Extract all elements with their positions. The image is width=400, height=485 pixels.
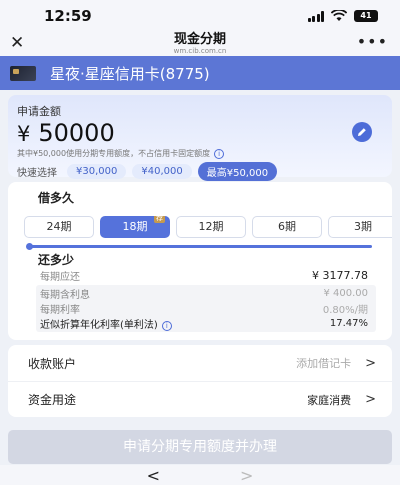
- receiving-account-label: 收款账户: [28, 356, 77, 371]
- repayment-details: 每期含利息 ¥ 400.00 每期利率 0.80%/期 近似折算年化利率(单利法…: [36, 285, 376, 332]
- card-header: 星夜·星座信用卡(8775): [0, 56, 400, 90]
- more-icon[interactable]: •••: [357, 32, 388, 51]
- fund-purpose-value: 家庭消费 >: [307, 392, 376, 408]
- info-icon[interactable]: i: [214, 148, 225, 159]
- term-title: 借多久: [38, 191, 75, 205]
- loan-term-card: 借多久 24期 18期荐 12期 6期 3期 还多少 每期应还 ¥ 3177.7…: [8, 182, 392, 340]
- amount-hint: 其中¥50,000使用分期专用额度，不占信用卡固定额度 i: [17, 148, 383, 159]
- status-time: 12:59: [44, 7, 92, 25]
- quick-option-40000[interactable]: ¥40,000: [132, 164, 192, 179]
- period-option-3[interactable]: 3期: [328, 216, 392, 238]
- quick-select-label: 快速选择: [17, 168, 57, 179]
- period-label: 12期: [198, 220, 224, 233]
- amount-card: 申请金额 ¥50000 其中¥50,000使用分期专用额度，不占信用卡固定额度 i…: [8, 95, 392, 181]
- period-rate-row: 每期利率 0.80%/期: [36, 301, 376, 316]
- back-icon[interactable]: <: [147, 466, 160, 485]
- battery-icon: 41: [354, 10, 378, 22]
- signal-icon: [307, 10, 324, 22]
- page-title: 现金分期: [173, 32, 226, 47]
- period-label: 24期: [46, 220, 72, 233]
- currency-symbol: ¥: [17, 122, 31, 146]
- credit-card-icon: [10, 65, 36, 81]
- fund-purpose-row[interactable]: 资金用途 家庭消费 >: [8, 381, 392, 417]
- forward-icon[interactable]: >: [240, 466, 253, 485]
- settings-card: 收款账户 添加借记卡 > 资金用途 家庭消费 >: [8, 345, 392, 417]
- monthly-payment-value: ¥ 3177.78: [312, 269, 368, 282]
- card-name: 星夜·星座信用卡(8775): [50, 64, 210, 83]
- quick-select-row: 快速选择 ¥30,000 ¥40,000 最高¥50,000: [17, 162, 383, 181]
- period-selector: 24期 18期荐 12期 6期 3期: [8, 216, 392, 240]
- period-option-12[interactable]: 12期: [176, 216, 246, 238]
- browser-bottom-nav: < >: [0, 465, 400, 485]
- period-label: 3期: [354, 220, 372, 233]
- period-label: 18期: [122, 220, 148, 233]
- period-rate-value: 0.80%/期: [322, 305, 368, 316]
- period-rate-label: 每期利率: [40, 305, 80, 316]
- interest-label: 每期含利息: [40, 290, 90, 301]
- submit-button[interactable]: 申请分期专用额度并办理: [8, 430, 392, 464]
- chevron-right-icon: >: [365, 355, 376, 371]
- chevron-right-icon: >: [365, 392, 376, 407]
- status-bar: 12:59 41: [0, 0, 400, 32]
- quick-option-30000[interactable]: ¥30,000: [67, 164, 127, 179]
- period-option-18[interactable]: 18期荐: [100, 216, 170, 238]
- quick-option-max[interactable]: 最高¥50,000: [197, 162, 278, 181]
- amount-value: 50000: [38, 119, 115, 147]
- period-label: 6期: [278, 220, 296, 233]
- nav-bar: ✕ 现金分期 wm.cib.com.cn •••: [0, 32, 400, 56]
- period-option-6[interactable]: 6期: [252, 216, 322, 238]
- status-icons: 41: [307, 10, 378, 22]
- annual-rate-row: 近似折算年化利率(单利法) i 17.47%: [36, 316, 376, 331]
- pencil-icon: [358, 128, 366, 136]
- recommend-badge: 荐: [154, 216, 165, 223]
- page-url: wm.cib.com.cn: [173, 47, 227, 55]
- monthly-payment-row: 每期应还 ¥ 3177.78: [8, 268, 392, 283]
- fund-purpose-selected: 家庭消费: [307, 393, 352, 407]
- selection-indicator: [26, 243, 372, 250]
- receiving-account-row[interactable]: 收款账户 添加借记卡 >: [8, 345, 392, 381]
- repayment-title: 还多少: [38, 253, 75, 267]
- amount-input[interactable]: ¥50000: [17, 120, 383, 147]
- add-debit-card-link[interactable]: 添加借记卡: [296, 355, 351, 371]
- interest-value: ¥ 400.00: [323, 288, 368, 299]
- amount-label: 申请金额: [17, 105, 61, 118]
- fund-purpose-label: 资金用途: [28, 393, 77, 407]
- receiving-account-value: 添加借记卡 >: [296, 355, 376, 371]
- amount-hint-text: 其中¥50,000使用分期专用额度，不占信用卡固定额度: [17, 149, 211, 158]
- annual-rate-text: 近似折算年化利率(单利法): [40, 320, 158, 331]
- edit-amount-button[interactable]: [352, 122, 372, 142]
- period-option-24[interactable]: 24期: [24, 216, 94, 238]
- main-content: 申请金额 ¥50000 其中¥50,000使用分期专用额度，不占信用卡固定额度 i…: [0, 95, 400, 417]
- annual-rate-label: 近似折算年化利率(单利法) i: [40, 316, 172, 331]
- annual-rate-value: 17.47%: [329, 318, 368, 329]
- close-icon[interactable]: ✕: [10, 34, 24, 52]
- wifi-icon: [331, 10, 347, 21]
- interest-row: 每期含利息 ¥ 400.00: [36, 286, 376, 301]
- info-icon[interactable]: i: [161, 321, 172, 331]
- monthly-payment-label: 每期应还: [40, 272, 80, 283]
